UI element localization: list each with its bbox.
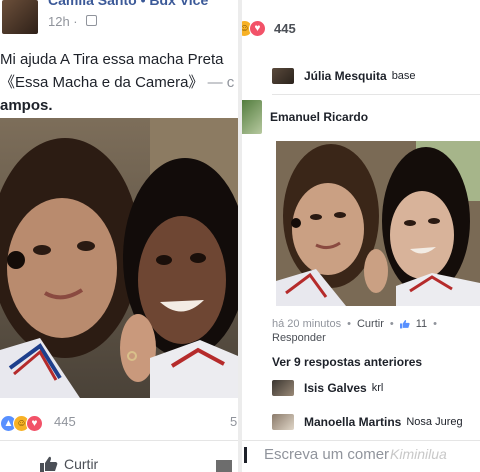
reaction-icons[interactable]: ▲ ☺ ♥ (0, 412, 43, 434)
avatar[interactable] (242, 100, 262, 134)
comment-photo[interactable] (276, 141, 480, 306)
comment-author[interactable]: Emanuel Ricardo (270, 110, 368, 124)
reply-item: Isis Galves krl (272, 380, 383, 396)
comment-input[interactable]: Escreva um comer (264, 446, 389, 463)
view-more-replies-link[interactable]: Ver 9 respostas anteriores (272, 355, 422, 369)
comment-text: base (391, 70, 416, 82)
comment-item: Júlia Mesquita base (272, 68, 416, 84)
reaction-icons[interactable]: ☺ ♥ (242, 20, 266, 37)
caption-tag: — c (207, 74, 235, 91)
caption-line-1: Mi ajuda A Tira essa macha Preta (0, 51, 224, 68)
post-header: Camila Santo • Bdx Vice 12h · (0, 0, 238, 40)
caption-line-2-text: 《Essa Macha e da Camera》 (0, 74, 204, 91)
love-reaction-icon: ♥ (26, 414, 43, 432)
post-time[interactable]: 12h · (48, 14, 78, 29)
caption-line-2: 《Essa Macha e da Camera》 — c (0, 71, 238, 94)
post-photo[interactable] (0, 118, 238, 398)
love-reaction-icon: ♥ (249, 20, 266, 37)
reply-author[interactable]: Isis Galves (304, 381, 367, 395)
watermark: Kiminilua (390, 446, 447, 462)
comment-like-button[interactable]: Curtir (357, 318, 384, 330)
comment-icon[interactable] (216, 460, 232, 472)
thumbs-up-icon (399, 319, 410, 329)
reply-text: Nosa Jureg (406, 416, 463, 428)
comment-meta: há 20 minutos • Curtir • 11 • (272, 318, 437, 330)
like-button[interactable]: Curtir (40, 456, 98, 472)
dot-separator: • (389, 318, 394, 330)
reply-button[interactable]: Responder (272, 332, 326, 344)
like-button-label: Curtir (64, 456, 99, 472)
reply-text: krl (371, 382, 384, 394)
caption-line-3[interactable]: ampos. (0, 94, 238, 117)
reaction-count[interactable]: 445 (54, 414, 76, 429)
reaction-count[interactable]: 445 (274, 21, 296, 36)
avatar[interactable] (272, 414, 294, 430)
text-caret (244, 447, 247, 463)
post-caption: Mi ajuda A Tira essa macha Preta 《Essa M… (0, 48, 238, 117)
post-author[interactable]: Camila Santo • Bdx Vice (48, 0, 208, 8)
right-post-panel: ☺ ♥ 445 Júlia Mesquita base Emanuel Rica… (242, 0, 480, 472)
author-avatar[interactable] (2, 0, 38, 34)
left-post-panel: Camila Santo • Bdx Vice 12h · Mi ajuda A… (0, 0, 238, 472)
avatar[interactable] (272, 68, 294, 84)
comment-time[interactable]: há 20 minutos (272, 318, 341, 330)
reply-item: Manoella Martins Nosa Jureg (272, 414, 463, 430)
comment-author[interactable]: Júlia Mesquita (304, 69, 387, 83)
divider (272, 94, 480, 95)
comment-item: Emanuel Ricardo (242, 100, 368, 134)
dot-separator: • (347, 318, 351, 330)
comment-photo-image (276, 141, 480, 306)
dot-separator: • (433, 318, 437, 330)
comment-count[interactable]: 5 (230, 414, 237, 429)
avatar[interactable] (272, 380, 294, 396)
reply-author[interactable]: Manoella Martins (304, 415, 401, 429)
divider (0, 440, 238, 441)
post-photo-image (0, 118, 238, 398)
thumbs-up-icon (40, 456, 58, 472)
comment-like-count[interactable]: 11 (416, 318, 427, 330)
globe-icon (86, 15, 97, 26)
